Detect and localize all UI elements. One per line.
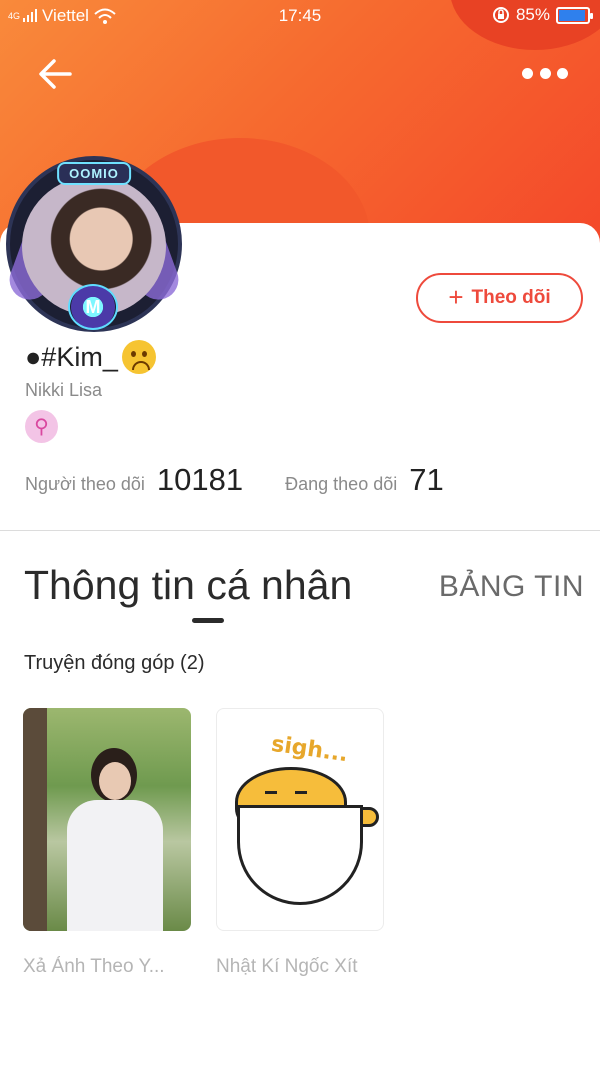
display-name-text: ●#Kim_ bbox=[25, 341, 118, 372]
story-cover[interactable]: sigh... bbox=[216, 708, 384, 931]
following-count[interactable]: 71 bbox=[409, 462, 443, 498]
cover-person bbox=[59, 748, 169, 931]
more-horizontal-icon bbox=[557, 67, 568, 79]
tab-personal-info[interactable]: Thông tin cá nhân bbox=[24, 562, 352, 609]
back-button[interactable] bbox=[34, 52, 78, 96]
more-options-button[interactable] bbox=[522, 64, 568, 82]
avatar[interactable]: OOMIO M bbox=[3, 156, 185, 332]
cover-tree bbox=[23, 708, 47, 931]
following-label[interactable]: Đang theo dõi bbox=[285, 474, 397, 495]
story-card[interactable]: Xả Ảnh Theo Y... bbox=[23, 708, 191, 978]
arrow-left-icon bbox=[39, 59, 72, 89]
story-card[interactable]: sigh... Nhật Kí Ngốc Xít bbox=[216, 708, 384, 978]
battery-icon bbox=[556, 6, 593, 24]
female-icon: ⚲ bbox=[25, 410, 58, 443]
story-title[interactable]: Xả Ảnh Theo Y... bbox=[23, 956, 191, 978]
story-cover[interactable] bbox=[23, 708, 191, 931]
battery-fill bbox=[559, 9, 585, 21]
battery-percent: 85% bbox=[515, 5, 550, 24]
contributions-title: Truyện đóng góp (2) bbox=[24, 652, 205, 674]
avatar-badge: M bbox=[68, 284, 118, 330]
followers-count[interactable]: 10181 bbox=[157, 462, 243, 498]
more-horizontal-icon bbox=[539, 67, 551, 79]
egg-shell-illustration bbox=[237, 805, 363, 905]
egg-eye bbox=[295, 791, 307, 794]
followers-label[interactable]: Người theo dõi bbox=[25, 474, 145, 495]
cover-text: sigh... bbox=[269, 731, 350, 768]
follow-stats: Người theo dõi 10181 Đang theo dõi 71 bbox=[25, 462, 444, 498]
egg-eye bbox=[265, 791, 277, 794]
status-bar: 4G Viettel 17:45 85% bbox=[0, 0, 600, 32]
plus-icon: + bbox=[448, 281, 464, 312]
profile-tabs: Thông tin cá nhân BẢNG TIN bbox=[24, 562, 584, 632]
follow-button[interactable]: + Theo dõi bbox=[416, 273, 583, 323]
username: Nikki Lisa bbox=[25, 380, 103, 400]
divider bbox=[0, 530, 600, 531]
status-right: 85% bbox=[492, 5, 593, 25]
rotation-lock-icon bbox=[492, 7, 509, 23]
tab-news-feed[interactable]: BẢNG TIN bbox=[439, 570, 584, 604]
sad-face-icon bbox=[121, 340, 156, 374]
follow-button-label: Theo dõi bbox=[471, 287, 551, 308]
story-title[interactable]: Nhật Kí Ngốc Xít bbox=[216, 956, 384, 978]
display-name: ●#Kim_ bbox=[25, 340, 156, 374]
more-horizontal-icon bbox=[522, 67, 533, 79]
active-tab-indicator bbox=[192, 618, 224, 623]
avatar-frame-label: OOMIO bbox=[57, 162, 131, 185]
